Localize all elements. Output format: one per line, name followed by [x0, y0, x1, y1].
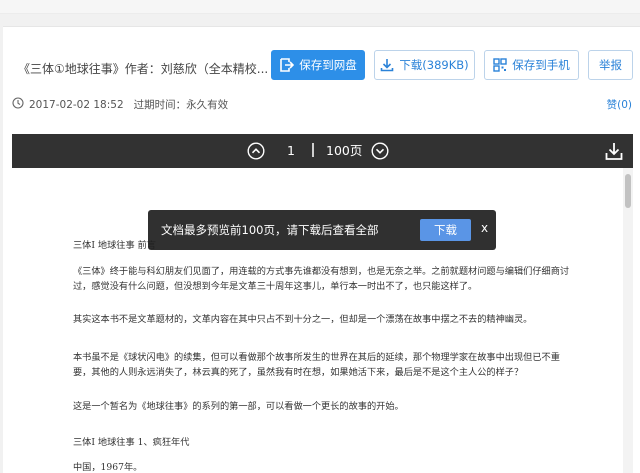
scrollbar-thumb[interactable] — [625, 174, 631, 208]
download-button[interactable]: 下载(389KB) — [374, 50, 475, 80]
next-page-icon[interactable] — [371, 142, 389, 160]
qr-code-icon — [493, 58, 507, 72]
save-to-phone-label: 保存到手机 — [512, 58, 570, 72]
like-link[interactable]: 赞(0) — [607, 97, 632, 112]
download-icon — [380, 58, 394, 72]
report-button[interactable]: 举报 — [588, 50, 633, 80]
download-label: 下载(389KB) — [399, 58, 469, 72]
doc-paragraph: 三体Ⅰ 地球往事 1、疯狂年代 — [73, 437, 190, 448]
doc-paragraph: 这是一个暂名为《地球往事》的系列的第一部，可以看做一个更长的故事的开始。 — [73, 401, 404, 412]
scrollbar[interactable] — [623, 168, 633, 473]
top-strip — [0, 0, 640, 14]
expire-time: 过期时间：永久有效 — [133, 99, 229, 111]
page-total: 100页 — [326, 143, 363, 158]
clock-icon — [12, 97, 24, 112]
doc-paragraph: 《三体》终于能与科幻朋友们见面了，用连载的方式事先谁都没有想到，也是无奈之举。之… — [73, 266, 570, 292]
document-title: 《三体①地球往事》作者：刘慈欣（全本精校... — [18, 62, 269, 76]
save-to-phone-button[interactable]: 保存到手机 — [484, 50, 579, 80]
prev-page-icon[interactable] — [247, 142, 265, 160]
toast-message: 文档最多预览前100页，请下载后查看全部 — [161, 223, 379, 237]
report-label: 举报 — [599, 58, 622, 72]
doc-paragraph: 中国，1967年。 — [73, 462, 143, 473]
close-icon[interactable]: x — [481, 221, 488, 235]
upload-date: 2017-02-02 18:52 — [29, 98, 124, 111]
page-number-input[interactable]: 1 — [282, 142, 300, 160]
page-separator — [312, 143, 314, 157]
preview-limit-toast: 文档最多预览前100页，请下载后查看全部 下载 x — [148, 210, 496, 250]
doc-paragraph: 本书虽不是《球状闪电》的续集，但可以看做那个故事所发生的世界在其后的延续，那个物… — [73, 352, 560, 378]
viewer-toolbar: 1 100页 — [12, 134, 633, 168]
download-icon[interactable] — [603, 140, 625, 162]
doc-paragraph: 其实这本书不是文革题材的，文革内容在其中只占不到十分之一，但却是一个漂荡在故事中… — [73, 314, 533, 325]
save-to-netdisk-label: 保存到网盘 — [299, 58, 357, 72]
save-to-netdisk-button[interactable]: 保存到网盘 — [271, 50, 365, 80]
save-to-netdisk-icon — [279, 58, 295, 72]
meta-row: 2017-02-02 18:52 过期时间：永久有效 — [12, 97, 228, 112]
toast-download-button[interactable]: 下载 — [420, 219, 471, 241]
